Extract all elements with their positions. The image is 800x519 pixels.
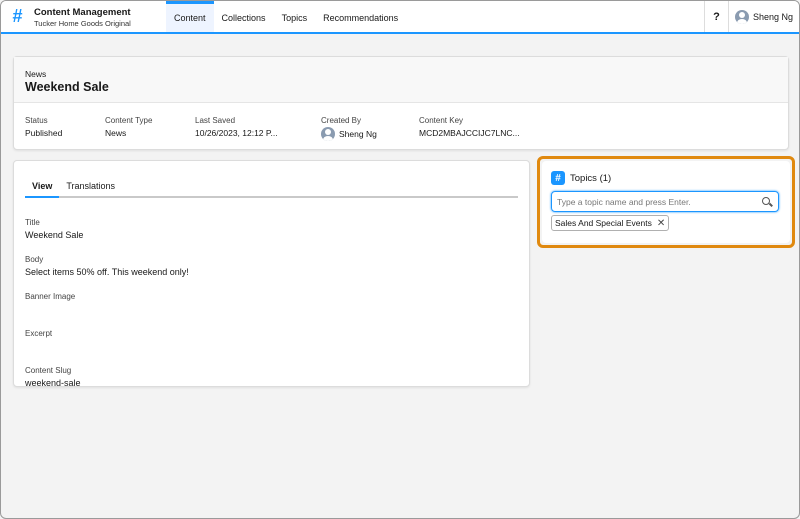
field-label: Content Type (105, 116, 153, 125)
topics-card: # Topics (1) Sales And Special Events ✕ (542, 161, 790, 243)
tab-content[interactable]: Content (166, 1, 214, 32)
tab-translations[interactable]: Translations (59, 176, 122, 196)
field-label: Last Saved (195, 116, 236, 125)
topic-pill: Sales And Special Events ✕ (551, 215, 670, 231)
detail-field-excerpt: Excerpt (25, 328, 518, 352)
field-last-saved: Last Saved 10/26/2023, 12:12 P... (195, 114, 321, 141)
user-name: Sheng Ng (752, 11, 793, 22)
tab-topics[interactable]: Topics (274, 1, 316, 32)
topics-title: Topics (1) (570, 172, 612, 184)
detail-field-value (25, 303, 518, 315)
field-value: News (105, 128, 127, 138)
field-content-key: Content Key MCD2MBAJCCIJC7LNC... (419, 114, 520, 141)
field-value: Published (25, 128, 63, 138)
detail-field-value: Weekend Sale (25, 230, 84, 240)
detail-field-label: Title (25, 218, 40, 227)
detail-field-banner-image: Banner Image (25, 291, 518, 315)
record-header-card: News Weekend Sale Status Published Conte… (13, 56, 789, 150)
field-value: MCD2MBAJCCIJC7LNC... (419, 128, 520, 138)
field-value: 10/26/2023, 12:12 P... (195, 128, 278, 138)
record-title-area: News Weekend Sale (14, 57, 788, 103)
detail-field-body: Body Select items 50% off. This weekend … (25, 254, 518, 278)
app-window: # Content Management Tucker Home Goods O… (0, 0, 800, 519)
detail-fields: Title Weekend Sale Body Select items 50%… (25, 198, 518, 389)
detail-field-content-slug: Content Slug weekend-sale (25, 365, 518, 389)
topic-pill-label: Sales And Special Events (555, 218, 652, 228)
topic-search-box (551, 191, 779, 212)
app-subtitle: Tucker Home Goods Original (34, 19, 131, 28)
field-created-by: Created By Sheng Ng (321, 114, 419, 141)
detail-field-label: Body (25, 255, 44, 264)
search-icon[interactable] (761, 196, 773, 208)
help-button[interactable]: ? (703, 1, 728, 32)
global-header: # Content Management Tucker Home Goods O… (1, 1, 799, 34)
topic-input[interactable] (557, 196, 761, 207)
content-detail-card: View Translations Title Weekend Sale Bod… (13, 160, 530, 389)
record-title: Weekend Sale (25, 80, 109, 94)
field-content-type: Content Type News (105, 114, 195, 141)
hash-icon: # (551, 171, 565, 185)
detail-field-value: weekend-sale (25, 378, 81, 388)
detail-field-value (25, 340, 518, 352)
detail-field-value: Select items 50% off. This weekend only! (25, 267, 189, 277)
tab-recommendations[interactable]: Recommendations (315, 1, 406, 32)
hash-app-icon[interactable]: # (1, 1, 34, 32)
avatar-icon (321, 127, 335, 141)
created-by-name[interactable]: Sheng Ng (339, 128, 377, 141)
field-status: Status Published (25, 114, 105, 141)
detail-field-label: Banner Image (25, 292, 76, 301)
detail-tabs: View Translations (25, 176, 518, 198)
tab-view[interactable]: View (25, 176, 60, 198)
record-fields: Status Published Content Type News Last … (14, 103, 788, 141)
field-label: Created By (321, 116, 362, 125)
avatar-icon (734, 9, 749, 24)
detail-field-title: Title Weekend Sale (25, 217, 518, 241)
field-value: Sheng Ng (321, 127, 419, 141)
tab-collections[interactable]: Collections (214, 1, 274, 32)
field-label: Content Key (419, 116, 464, 125)
field-label: Status (25, 116, 48, 125)
detail-field-label: Content Slug (25, 366, 72, 375)
app-titles: Content Management Tucker Home Goods Ori… (34, 1, 166, 32)
detail-field-label: Excerpt (25, 329, 53, 338)
close-icon[interactable]: ✕ (657, 218, 665, 228)
topics-header: # Topics (1) (551, 171, 781, 185)
app-name: Content Management (34, 7, 131, 18)
user-menu[interactable]: Sheng Ng (727, 1, 799, 32)
nav-tabs: Content Collections Topics Recommendatio… (166, 1, 406, 32)
record-type: News (25, 69, 47, 79)
header-spacer (406, 1, 704, 32)
